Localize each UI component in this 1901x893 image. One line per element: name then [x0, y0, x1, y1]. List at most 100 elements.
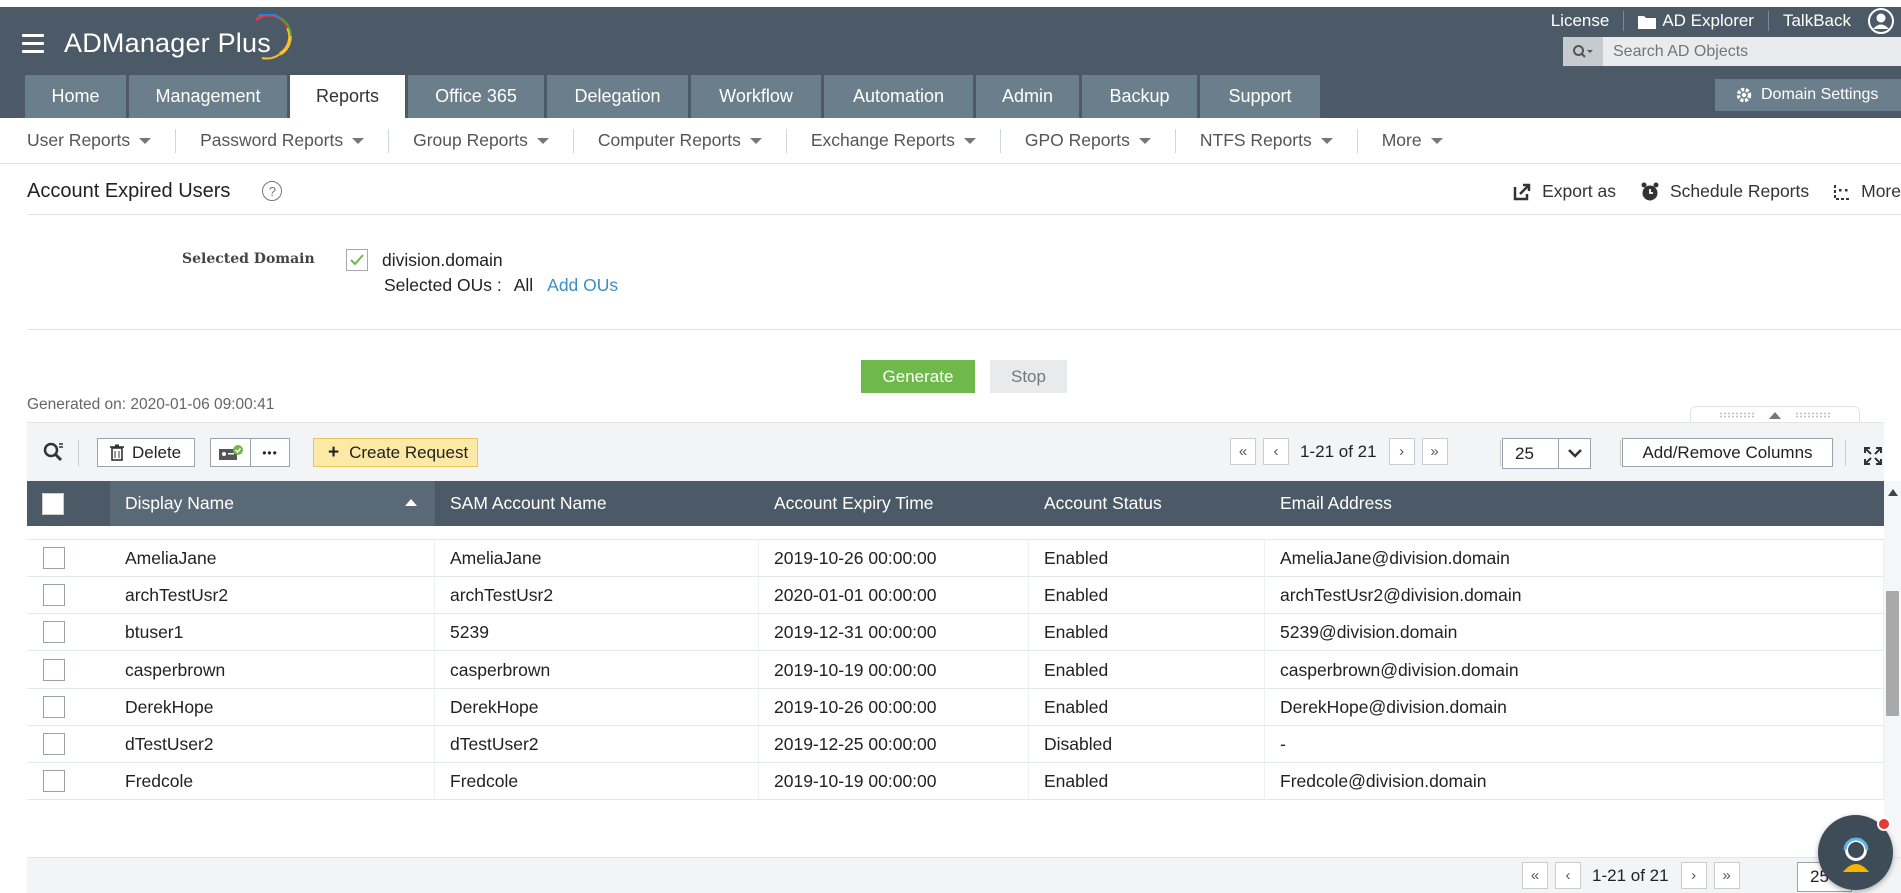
- table-row[interactable]: AmeliaJane AmeliaJane 2019-10-26 00:00:00 E…: [27, 540, 1884, 577]
- tab-workflow[interactable]: Workflow: [691, 75, 821, 118]
- table-cell: Fredcole@division.domain: [1265, 763, 1884, 801]
- generate-button[interactable]: Generate: [861, 360, 975, 393]
- next-page-icon[interactable]: ›: [1388, 438, 1415, 465]
- table-scrollbar[interactable]: [1884, 481, 1901, 857]
- table-cell: 2019-10-19 00:00:00: [759, 651, 1029, 689]
- tab-admin[interactable]: Admin: [976, 75, 1079, 118]
- table-row[interactable]: Fredcole Fredcole 2019-10-19 00:00:00 Enabl…: [27, 763, 1884, 801]
- tab-reports[interactable]: Reports: [290, 75, 405, 118]
- prev-page-icon[interactable]: ‹: [1555, 862, 1581, 889]
- table-cell: AmeliaJane: [110, 540, 435, 577]
- tab-delegation[interactable]: Delegation: [547, 75, 688, 118]
- table-row[interactable]: dTestUser2 dTestUser2 2019-12-25 00:00:00 D…: [27, 726, 1884, 763]
- table-cell: DerekHope@division.domain: [1265, 688, 1884, 726]
- report-title-bar: Account Expired Users ? Export as Schedu…: [27, 168, 1901, 215]
- report-filter: Selected Domain division.domain Selected…: [27, 216, 1901, 330]
- domain-settings-button[interactable]: Domain Settings: [1715, 79, 1901, 111]
- hamburger-menu-icon[interactable]: [22, 34, 44, 54]
- subnav-group-reports[interactable]: Group Reports: [413, 128, 574, 153]
- support-agent-icon: [1842, 837, 1869, 872]
- row-checkbox[interactable]: [43, 658, 65, 681]
- table-cell: -: [1265, 726, 1884, 763]
- table-cell: dTestUser2: [435, 726, 759, 763]
- subnav-ntfs-reports[interactable]: NTFS Reports: [1200, 128, 1358, 153]
- ad-explorer-link[interactable]: AD Explorer: [1624, 11, 1769, 31]
- next-page-icon[interactable]: ›: [1680, 862, 1707, 889]
- prev-page-icon[interactable]: ‹: [1263, 438, 1289, 465]
- scroll-up-icon[interactable]: [1888, 489, 1898, 496]
- stop-button[interactable]: Stop: [990, 360, 1067, 393]
- row-checkbox[interactable]: [43, 770, 65, 793]
- column-header-sam-account-name[interactable]: SAM Account Name: [435, 481, 759, 526]
- toolbar-separator: [1845, 440, 1846, 466]
- fullscreen-expand-icon[interactable]: [1863, 446, 1883, 466]
- subnav-more[interactable]: More: [1382, 129, 1467, 153]
- help-icon[interactable]: ?: [262, 181, 283, 201]
- last-page-icon[interactable]: »: [1713, 862, 1740, 889]
- more-options-button[interactable]: •••: [250, 438, 290, 467]
- toolbar-separator: [1500, 440, 1501, 466]
- caret-down-icon: [536, 137, 549, 144]
- tab-home[interactable]: Home: [25, 75, 126, 118]
- first-page-icon[interactable]: «: [1522, 862, 1548, 889]
- toolbar-separator: [78, 440, 79, 466]
- page-size-select[interactable]: 25: [1502, 438, 1591, 469]
- table-row[interactable]: DerekHope DerekHope 2019-10-26 00:00:00 Ena…: [27, 688, 1884, 726]
- add-remove-columns-button[interactable]: Add/Remove Columns: [1622, 438, 1833, 467]
- table-cell: Fredcole: [110, 763, 435, 801]
- add-ous-link[interactable]: Add OUs: [547, 275, 618, 296]
- subnav-password-reports[interactable]: Password Reports: [200, 128, 390, 153]
- report-actions: Export as Schedule Reports More: [1488, 168, 1901, 215]
- row-checkbox[interactable]: [43, 547, 65, 569]
- table-cell: Enabled: [1029, 540, 1265, 577]
- tab-automation[interactable]: Automation: [824, 75, 973, 118]
- subnav-exchange-reports[interactable]: Exchange Reports: [811, 128, 1001, 153]
- enable-account-button[interactable]: [210, 438, 250, 467]
- export-as-button[interactable]: Export as: [1512, 181, 1616, 202]
- delete-button[interactable]: Delete: [97, 438, 195, 467]
- column-header-account-status[interactable]: Account Status: [1029, 481, 1265, 526]
- collapse-filter-handle[interactable]: [1690, 406, 1860, 423]
- chat-support-widget[interactable]: [1818, 815, 1893, 890]
- table-header: Display Name SAM Account Name Account Ex…: [27, 481, 1884, 526]
- domain-checkbox[interactable]: [346, 249, 368, 271]
- user-card-check-icon: [218, 444, 243, 460]
- schedule-reports-button[interactable]: Schedule Reports: [1640, 181, 1809, 203]
- select-all-checkbox[interactable]: [42, 493, 64, 515]
- column-header-email-address[interactable]: Email Address: [1265, 481, 1884, 526]
- row-checkbox[interactable]: [43, 621, 65, 644]
- table-cell: 5239: [435, 614, 759, 652]
- report-table: Display Name SAM Account Name Account Ex…: [27, 481, 1884, 857]
- create-request-button[interactable]: + Create Request: [313, 438, 478, 467]
- table-row[interactable]: archTestUsr2 archTestUsr2 2020-01-01 00:00…: [27, 577, 1884, 615]
- more-actions-button[interactable]: More: [1833, 181, 1901, 202]
- scroll-thumb[interactable]: [1886, 591, 1899, 716]
- chevron-up-icon: [1769, 411, 1781, 419]
- subnav-computer-reports[interactable]: Computer Reports: [598, 128, 787, 153]
- table-cell: Enabled: [1029, 577, 1265, 615]
- search-input[interactable]: [1603, 42, 1893, 61]
- row-checkbox[interactable]: [43, 695, 65, 718]
- search-icon[interactable]: [1563, 37, 1603, 66]
- license-link[interactable]: License: [1537, 11, 1625, 31]
- table-row[interactable]: casperbrown casperbrown 2019-10-19 00:00:0…: [27, 651, 1884, 689]
- row-checkbox[interactable]: [43, 733, 65, 755]
- table-search-icon[interactable]: [42, 441, 64, 463]
- user-avatar-icon[interactable]: [1867, 7, 1895, 35]
- last-page-icon[interactable]: »: [1421, 438, 1448, 465]
- column-header-account-expiry-time[interactable]: Account Expiry Time: [759, 481, 1029, 526]
- tab-office-365[interactable]: Office 365: [408, 75, 544, 118]
- tab-backup[interactable]: Backup: [1082, 75, 1197, 118]
- tab-support[interactable]: Support: [1200, 75, 1320, 118]
- more-dots-icon: [1834, 184, 1850, 200]
- subnav-gpo-reports[interactable]: GPO Reports: [1025, 128, 1176, 153]
- table-row[interactable]: btuser1 5239 2019-12-31 00:00:00 Enabled 523…: [27, 614, 1884, 652]
- column-header-display-name[interactable]: Display Name: [110, 481, 435, 526]
- trash-icon: [110, 444, 124, 461]
- talkback-link[interactable]: TalkBack: [1769, 11, 1865, 31]
- table-cell: Enabled: [1029, 688, 1265, 726]
- first-page-icon[interactable]: «: [1230, 438, 1256, 465]
- row-checkbox[interactable]: [43, 584, 65, 607]
- tab-management[interactable]: Management: [129, 75, 287, 118]
- subnav-user-reports[interactable]: User Reports: [27, 128, 177, 153]
